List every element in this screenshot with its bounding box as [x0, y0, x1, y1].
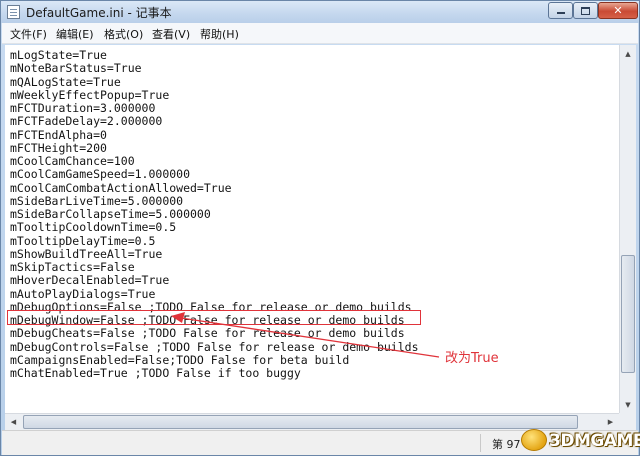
highlight-box	[7, 310, 421, 325]
editor-line: mLogState=True	[10, 48, 107, 62]
menu-help[interactable]: 帮助(H)	[200, 26, 239, 42]
notepad-window: DefaultGame.ini - 记事本 ✕ 文件(F) 编辑(E) 格式(O…	[0, 0, 640, 456]
close-button[interactable]: ✕	[598, 2, 638, 19]
editor-line: mTooltipDelayTime=0.5	[10, 233, 156, 248]
maximize-button[interactable]	[573, 2, 598, 19]
editor-line: mDebugCheats=False ;TODO False for relea…	[10, 326, 405, 341]
editor-line: mCoolCamChance=100	[10, 154, 135, 168]
editor-line: mCoolCamGameSpeed=1.000000	[10, 167, 191, 182]
editor-line: mAutoPlayDialogs=True	[10, 286, 156, 301]
menu-file[interactable]: 文件(F)	[10, 26, 47, 42]
editor-line: mSideBarCollapseTime=5.000000	[10, 207, 211, 221]
annotation-text: 改为True	[445, 351, 499, 366]
editor-line: mCoolCamCombatActionAllowed=True	[10, 180, 232, 195]
watermark: 3DMGAME	[521, 425, 640, 455]
menu-format[interactable]: 格式(O)	[104, 26, 143, 42]
watermark-logo-icon	[521, 429, 547, 451]
scroll-left-icon[interactable]: ◀	[5, 414, 22, 430]
editor-line: mQALogState=True	[10, 74, 121, 89]
status-divider	[480, 434, 481, 452]
editor-line: mFCTFadeDelay=2.000000	[10, 114, 163, 129]
editor-line: mFCTEndAlpha=0	[10, 127, 107, 142]
minimize-icon	[556, 12, 565, 14]
vertical-scroll-thumb[interactable]	[621, 255, 635, 373]
text-editor-area[interactable]: mLogState=True mNoteBarStatus=True mQALogS…	[5, 45, 619, 413]
editor-line: mDebugControls=False ;TODO False for rel…	[10, 339, 419, 354]
menu-edit[interactable]: 编辑(E)	[56, 26, 94, 42]
horizontal-scroll-thumb[interactable]	[23, 415, 578, 429]
watermark-text: 3DMGAME	[549, 431, 640, 451]
title-bar[interactable]: DefaultGame.ini - 记事本 ✕	[1, 1, 639, 23]
editor-line: mCampaignsEnabled=False;TODO False for b…	[10, 352, 350, 367]
menu-view[interactable]: 查看(V)	[152, 26, 190, 42]
maximize-icon	[581, 6, 590, 15]
editor-line: mNoteBarStatus=True	[10, 61, 142, 76]
notepad-icon	[7, 5, 20, 19]
menu-bar: 文件(F) 编辑(E) 格式(O) 查看(V) 帮助(H)	[2, 23, 638, 44]
editor-line: mFCTHeight=200	[10, 140, 107, 155]
editor-line: mShowBuildTreeAll=True	[10, 246, 163, 261]
scroll-up-icon[interactable]: ▲	[620, 45, 636, 62]
editor-line: mChatEnabled=True ;TODO False if too bug…	[10, 366, 301, 380]
editor-line: mFCTDuration=3.000000	[10, 101, 156, 115]
scroll-down-icon[interactable]: ▼	[620, 396, 636, 413]
editor-line: mSideBarLiveTime=5.000000	[10, 193, 184, 208]
close-icon: ✕	[613, 4, 623, 17]
editor-line: mWeeklyEffectPopup=True	[10, 87, 170, 102]
minimize-button[interactable]	[548, 2, 573, 19]
editor-line: mTooltipCooldownTime=0.5	[10, 220, 177, 235]
editor-line: mSkipTactics=False	[10, 260, 135, 274]
editor-line: mHoverDecalEnabled=True	[10, 273, 170, 288]
cursor-position: 第 97	[492, 438, 521, 451]
vertical-scrollbar[interactable]: ▲ ▼	[619, 45, 636, 413]
window-title: DefaultGame.ini - 记事本	[26, 6, 172, 20]
